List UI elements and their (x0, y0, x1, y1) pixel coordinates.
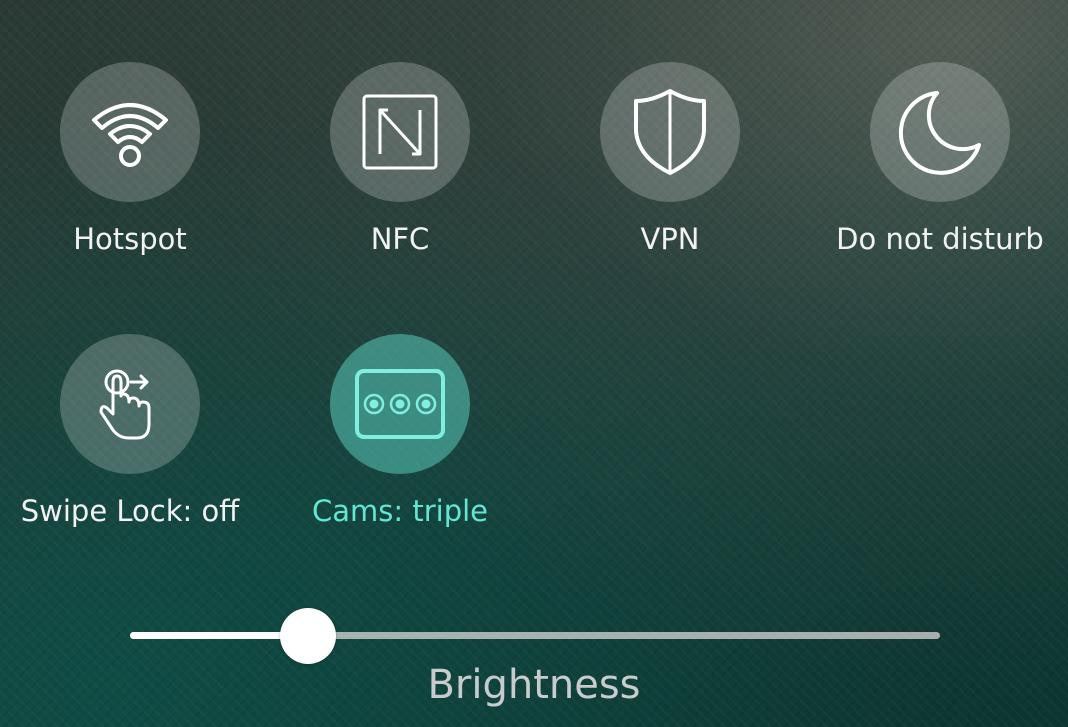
cams-tile[interactable] (330, 334, 470, 474)
cams-toggle[interactable]: Cams: triple (265, 334, 535, 528)
do-not-disturb-toggle[interactable]: Do not disturb (805, 62, 1068, 256)
cams-label: Cams: triple (311, 494, 489, 528)
nfc-label: NFC (370, 222, 430, 256)
brightness-label: Brightness (427, 662, 641, 708)
nfc-tile[interactable] (330, 62, 470, 202)
brightness-slider-handle[interactable] (280, 608, 337, 664)
swipe-lock-label: Swipe Lock: off (20, 494, 240, 528)
hotspot-tile[interactable] (60, 62, 200, 202)
swipe-gesture-icon (99, 369, 151, 440)
triple-camera-icon (355, 369, 445, 439)
hotspot-label: Hotspot (73, 222, 187, 256)
do-not-disturb-tile[interactable] (870, 62, 1010, 202)
swipe-lock-tile[interactable] (60, 334, 200, 474)
brightness-slider[interactable] (130, 608, 940, 664)
shield-icon (634, 89, 706, 175)
vpn-label: VPN (640, 222, 700, 256)
do-not-disturb-label: Do not disturb (836, 222, 1044, 256)
moon-icon (898, 91, 981, 175)
hotspot-toggle[interactable]: Hotspot (0, 62, 265, 256)
swipe-lock-toggle[interactable]: Swipe Lock: off (0, 334, 265, 528)
wifi-hotspot-icon (92, 103, 168, 167)
vpn-tile[interactable] (600, 62, 740, 202)
vpn-toggle[interactable]: VPN (535, 62, 805, 256)
nfc-icon (362, 94, 438, 170)
nfc-toggle[interactable]: NFC (265, 62, 535, 256)
